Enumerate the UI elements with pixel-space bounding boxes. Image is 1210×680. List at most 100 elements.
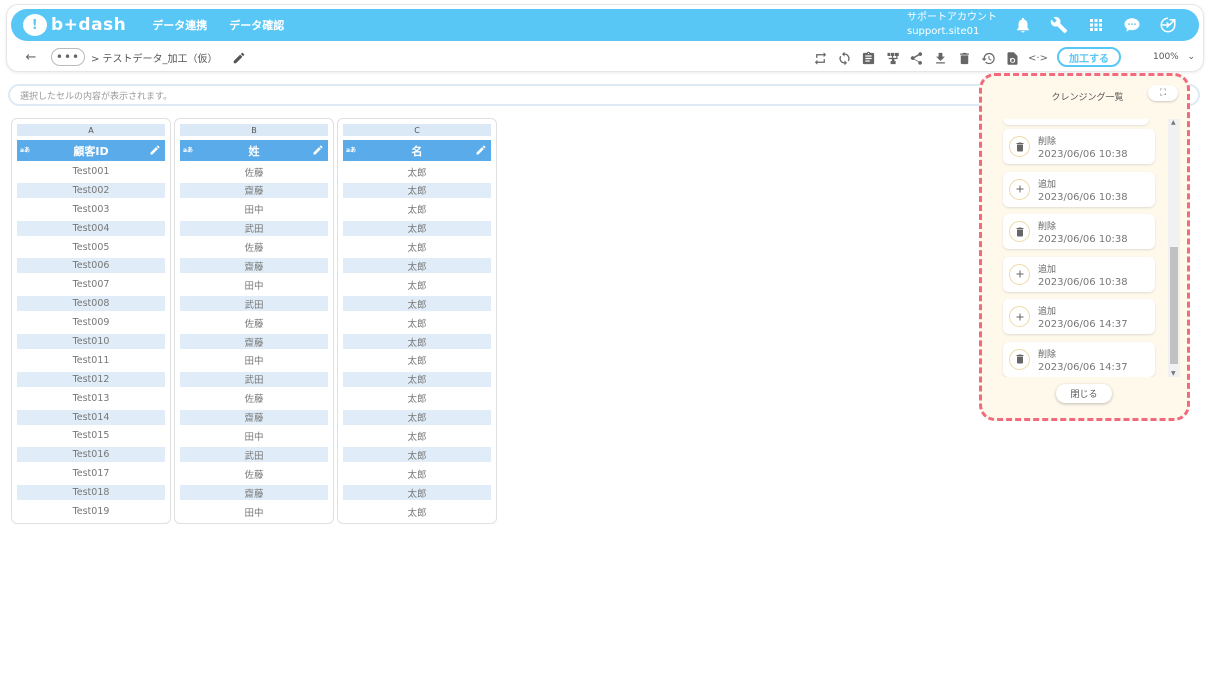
table-cell[interactable]: Test013	[17, 391, 165, 406]
table-cell[interactable]: 武田	[180, 447, 328, 463]
table-cell[interactable]: Test010	[17, 334, 165, 350]
table-cell[interactable]: 齋藤	[180, 182, 328, 198]
expand-icon[interactable]: ⛶	[1148, 85, 1178, 101]
back-arrow-icon[interactable]: ←	[23, 49, 39, 65]
table-cell[interactable]: 太郎	[343, 504, 491, 519]
table-cell[interactable]: 齋藤	[180, 334, 328, 350]
table-cell[interactable]: Test015	[17, 428, 165, 443]
table-cell[interactable]: Test003	[17, 202, 165, 217]
logout-icon[interactable]	[1157, 14, 1179, 36]
table-cell[interactable]: Test011	[17, 353, 165, 368]
table-cell[interactable]: 太郎	[343, 277, 491, 292]
column-letter[interactable]: C	[343, 124, 491, 136]
table-cell[interactable]: Test016	[17, 447, 165, 463]
table-cell[interactable]: 太郎	[343, 353, 491, 368]
table-cell[interactable]: 武田	[180, 220, 328, 236]
table-cell[interactable]: 太郎	[343, 164, 491, 179]
table-cell[interactable]: Test001	[17, 164, 165, 179]
edit-column-pencil-icon[interactable]	[149, 144, 161, 156]
table-cell[interactable]: 太郎	[343, 220, 491, 236]
table-cell[interactable]: 太郎	[343, 258, 491, 274]
refresh-icon[interactable]	[836, 50, 852, 66]
swap-icon[interactable]	[812, 50, 828, 66]
hierarchy-icon[interactable]	[884, 50, 900, 66]
close-button[interactable]: 閉じる	[1056, 384, 1112, 403]
table-cell[interactable]: 齋藤	[180, 258, 328, 274]
table-cell[interactable]: Test014	[17, 409, 165, 425]
cleansing-item[interactable]: 追加 2023/06/06 10:38	[1003, 171, 1155, 207]
scroll-up-icon[interactable]: ▲	[1171, 119, 1176, 126]
breadcrumb-more-button[interactable]: •••	[51, 48, 85, 66]
table-cell[interactable]: 佐藤	[180, 240, 328, 255]
table-cell[interactable]: Test008	[17, 296, 165, 312]
table-cell[interactable]: Test009	[17, 315, 165, 330]
zoom-select[interactable]: 100% ⌄	[1135, 48, 1199, 66]
table-cell[interactable]: 田中	[180, 277, 328, 292]
table-cell[interactable]: 田中	[180, 202, 328, 217]
table-cell[interactable]: 佐藤	[180, 164, 328, 179]
table-cell[interactable]: 太郎	[343, 447, 491, 463]
table-cell[interactable]: Test018	[17, 485, 165, 501]
trash-icon[interactable]	[956, 50, 972, 66]
cleansing-item[interactable]: 削除 2023/06/06 10:38	[1003, 129, 1155, 164]
bell-icon[interactable]	[1012, 14, 1034, 36]
table-cell[interactable]: 太郎	[343, 409, 491, 425]
table-cell[interactable]: Test012	[17, 371, 165, 387]
account-info[interactable]: サポートアカウント support.site01	[907, 11, 997, 39]
table-cell[interactable]: 太郎	[343, 202, 491, 217]
code-icon[interactable]: <·>	[1028, 50, 1048, 66]
history-icon[interactable]	[980, 50, 996, 66]
process-button[interactable]: 加工する	[1057, 47, 1121, 67]
table-cell[interactable]: 田中	[180, 353, 328, 368]
table-cell[interactable]: 田中	[180, 504, 328, 519]
table-cell[interactable]: Test002	[17, 182, 165, 198]
file-refresh-icon[interactable]	[1004, 50, 1020, 66]
table-cell[interactable]: 太郎	[343, 240, 491, 255]
cleansing-item[interactable]: 追加 2023/06/06 10:38	[1003, 256, 1155, 292]
table-cell[interactable]: 佐藤	[180, 391, 328, 406]
table-cell[interactable]: 田中	[180, 428, 328, 443]
table-cell[interactable]: Test017	[17, 466, 165, 481]
column-header[interactable]: aあ 顧客ID	[17, 140, 165, 161]
scroll-down-icon[interactable]: ▼	[1171, 370, 1176, 377]
table-cell[interactable]: 齋藤	[180, 409, 328, 425]
table-cell[interactable]: 武田	[180, 371, 328, 387]
table-cell[interactable]: 太郎	[343, 315, 491, 330]
cleansing-item[interactable]: 追加 2023/06/06 14:37	[1003, 299, 1155, 334]
table-cell[interactable]: 太郎	[343, 182, 491, 198]
column-header[interactable]: aあ 姓	[180, 140, 328, 161]
edit-title-pencil-icon[interactable]	[232, 50, 246, 64]
cleansing-item[interactable]: 削除 2023/06/06 14:37	[1003, 341, 1155, 377]
table-cell[interactable]: 太郎	[343, 485, 491, 501]
scrollbar-thumb[interactable]	[1170, 247, 1178, 364]
table-cell[interactable]: 齋藤	[180, 485, 328, 501]
table-cell[interactable]: 太郎	[343, 466, 491, 481]
edit-column-pencil-icon[interactable]	[312, 144, 324, 156]
scrollbar[interactable]: ▲ ▼	[1168, 119, 1180, 377]
table-cell[interactable]: 武田	[180, 296, 328, 312]
table-cell[interactable]: 太郎	[343, 371, 491, 387]
table-cell[interactable]: Test019	[17, 504, 165, 519]
table-cell[interactable]: 佐藤	[180, 466, 328, 481]
column-letter[interactable]: B	[180, 124, 328, 136]
edit-column-pencil-icon[interactable]	[475, 144, 487, 156]
column-header[interactable]: aあ 名	[343, 140, 491, 161]
table-cell[interactable]: Test005	[17, 240, 165, 255]
cleansing-item[interactable]: 削除 2023/06/06 10:38	[1003, 214, 1155, 249]
column-letter[interactable]: A	[17, 124, 165, 136]
table-cell[interactable]: Test007	[17, 277, 165, 292]
table-cell[interactable]: 太郎	[343, 428, 491, 443]
table-cell[interactable]: Test006	[17, 258, 165, 274]
share-icon[interactable]	[908, 50, 924, 66]
table-cell[interactable]: 太郎	[343, 296, 491, 312]
clipboard-icon[interactable]	[860, 50, 876, 66]
wrench-icon[interactable]	[1048, 14, 1070, 36]
table-cell[interactable]: 佐藤	[180, 315, 328, 330]
nav-data-check[interactable]: データ確認	[229, 17, 284, 33]
logo[interactable]: ! b+dash	[23, 14, 126, 36]
download-icon[interactable]	[932, 50, 948, 66]
chat-icon[interactable]	[1121, 14, 1143, 36]
table-cell[interactable]: 太郎	[343, 391, 491, 406]
grid-icon[interactable]	[1085, 14, 1107, 36]
table-cell[interactable]: Test004	[17, 220, 165, 236]
